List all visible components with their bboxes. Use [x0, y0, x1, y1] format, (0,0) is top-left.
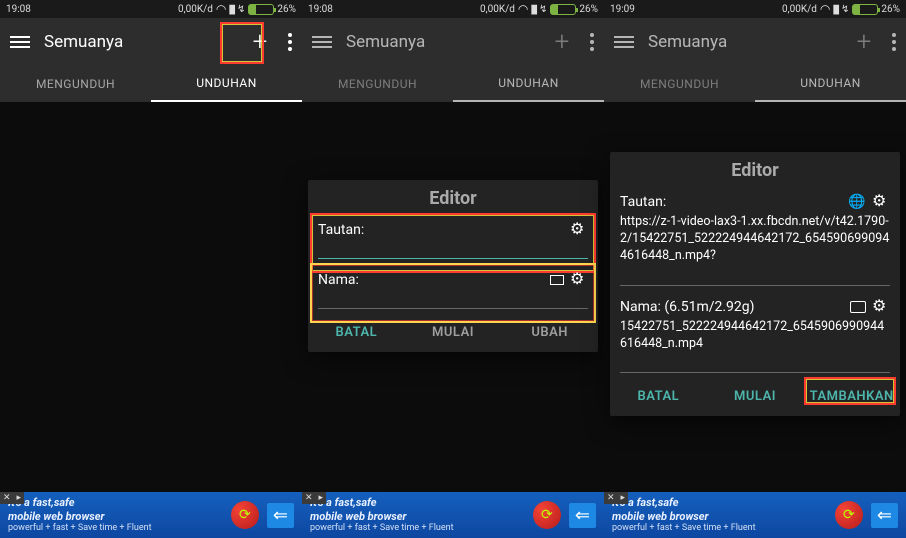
battery-pct: 26%: [881, 4, 900, 15]
status-bar: 19:09 0,00K/d ↯ 26%: [604, 0, 906, 18]
signal-icon: [833, 4, 838, 15]
dialog-title: Editor: [308, 180, 598, 215]
status-bar: 19:08 0,00K/d ↯ 26%: [302, 0, 604, 18]
gear-icon[interactable]: [570, 269, 588, 287]
tab-downloading[interactable]: MENGUNDUH: [302, 66, 453, 102]
ad-close[interactable]: ✕▸: [604, 492, 628, 504]
page-title: Semuanya: [648, 32, 836, 52]
wifi-icon: [518, 2, 528, 16]
tab-downloading[interactable]: MENGUNDUH: [0, 66, 151, 102]
ad-logo-icon: ⟳: [533, 501, 561, 529]
clock: 19:08: [6, 4, 31, 15]
link-label: Tautan:: [318, 222, 364, 238]
wifi-icon: [216, 2, 226, 16]
link-label: Tautan:: [620, 194, 666, 210]
tab-downloads[interactable]: UNDUHAN: [453, 66, 604, 102]
dialog-buttons: BATAL MULAI TAMBAHKAN: [610, 379, 900, 416]
more-icon[interactable]: [590, 33, 594, 51]
ad-close[interactable]: ✕▸: [0, 492, 24, 504]
tabs: MENGUNDUH UNDUHAN: [302, 66, 604, 102]
add-button[interactable]: +: [850, 27, 878, 57]
name-label: Nama: (6.51m/2.92g): [620, 299, 755, 315]
dialog-title: Editor: [610, 152, 900, 187]
clock: 19:09: [610, 4, 635, 15]
title-bar: Semuanya +: [0, 18, 302, 66]
more-icon[interactable]: [892, 33, 896, 51]
phone-2: 19:08 0,00K/d ↯ 26% Semuanya + MENGUNDUH…: [302, 0, 604, 538]
gear-icon[interactable]: [570, 219, 588, 237]
name-label: Nama:: [318, 272, 359, 288]
tab-downloads[interactable]: UNDUHAN: [151, 66, 302, 102]
link-row: Tautan:: [308, 215, 598, 240]
signal-icon: [531, 4, 536, 15]
gear-icon[interactable]: [872, 296, 890, 314]
battery-icon: [248, 4, 274, 15]
ad-text: It's a fast,safemobile web browser power…: [310, 496, 525, 533]
name-row: Nama:: [308, 265, 598, 290]
menu-icon[interactable]: [614, 36, 634, 48]
folder-icon[interactable]: [550, 275, 564, 285]
ad-logo-icon: ⟳: [231, 501, 259, 529]
content-area: [0, 102, 302, 492]
dialog-buttons: BATAL MULAI UBAH: [308, 315, 598, 352]
add-button-label[interactable]: TAMBAHKAN: [803, 385, 900, 408]
tab-downloads[interactable]: UNDUHAN: [755, 66, 906, 102]
link-underline: [620, 285, 890, 286]
name-value[interactable]: 15422751_522224944642172_654590699094461…: [610, 317, 900, 355]
menu-icon[interactable]: [10, 36, 30, 48]
start-button[interactable]: MULAI: [707, 385, 804, 408]
name-underline: [620, 372, 890, 373]
link-value[interactable]: https://z-1-video-lax3-1.xx.fbcdn.net/v/…: [610, 212, 900, 267]
link-input[interactable]: [318, 258, 588, 259]
globe-icon[interactable]: [848, 191, 866, 209]
battery-icon: [852, 4, 878, 15]
ad-arrow-icon[interactable]: ⇐: [871, 503, 898, 528]
phone-1: 19:08 0,00K/d ↯ 26% Semuanya + MENGUNDUH…: [0, 0, 302, 538]
cancel-button[interactable]: BATAL: [308, 321, 405, 344]
link-row: Tautan:: [610, 187, 900, 212]
battery-pct: 26%: [277, 4, 296, 15]
title-bar: Semuanya +: [604, 18, 906, 66]
more-icon[interactable]: [288, 33, 292, 51]
page-title: Semuanya: [44, 32, 232, 52]
ad-text: It's a fast,safemobile web browser power…: [8, 496, 223, 533]
content-area: Editor Tautan: Nama:: [302, 102, 604, 492]
add-button[interactable]: +: [246, 27, 274, 57]
tabs: MENGUNDUH UNDUHAN: [0, 66, 302, 102]
signal-icon: [229, 4, 234, 15]
title-bar: Semuanya +: [302, 18, 604, 66]
net-speed: 0,00K/d: [480, 4, 515, 15]
edit-button[interactable]: UBAH: [501, 321, 598, 344]
battery-icon: [550, 4, 576, 15]
ad-logo-icon: ⟳: [835, 501, 863, 529]
battery-pct: 26%: [579, 4, 598, 15]
wifi-icon: [820, 2, 830, 16]
folder-icon[interactable]: [850, 301, 866, 313]
start-button[interactable]: MULAI: [405, 321, 502, 344]
ad-banner[interactable]: ✕▸ It's a fast,safemobile web browser po…: [604, 492, 906, 538]
cancel-button[interactable]: BATAL: [610, 385, 707, 408]
add-button[interactable]: +: [548, 27, 576, 57]
name-input[interactable]: [318, 308, 588, 309]
ad-banner[interactable]: ✕▸ It's a fast,safemobile web browser po…: [302, 492, 604, 538]
phone-3: 19:09 0,00K/d ↯ 26% Semuanya + MENGUNDUH…: [604, 0, 906, 538]
ad-text: It's a fast,safemobile web browser power…: [612, 496, 827, 533]
ad-banner[interactable]: ✕▸ It's a fast,safemobile web browser po…: [0, 492, 302, 538]
name-row: Nama: (6.51m/2.92g): [610, 292, 900, 317]
editor-dialog: Editor Tautan: Nama:: [308, 180, 598, 352]
tabs: MENGUNDUH UNDUHAN: [604, 66, 906, 102]
ad-close[interactable]: ✕▸: [302, 492, 326, 504]
ad-arrow-icon[interactable]: ⇐: [267, 503, 294, 528]
editor-dialog: Editor Tautan: https://z-1-video-lax3-1.…: [610, 152, 900, 416]
menu-icon[interactable]: [312, 36, 332, 48]
net-speed: 0,00K/d: [782, 4, 817, 15]
page-title: Semuanya: [346, 32, 534, 52]
status-bar: 19:08 0,00K/d ↯ 26%: [0, 0, 302, 18]
tab-downloading[interactable]: MENGUNDUH: [604, 66, 755, 102]
net-speed: 0,00K/d: [178, 4, 213, 15]
ad-arrow-icon[interactable]: ⇐: [569, 503, 596, 528]
clock: 19:08: [308, 4, 333, 15]
gear-icon[interactable]: [872, 191, 890, 209]
content-area: Editor Tautan: https://z-1-video-lax3-1.…: [604, 102, 906, 492]
